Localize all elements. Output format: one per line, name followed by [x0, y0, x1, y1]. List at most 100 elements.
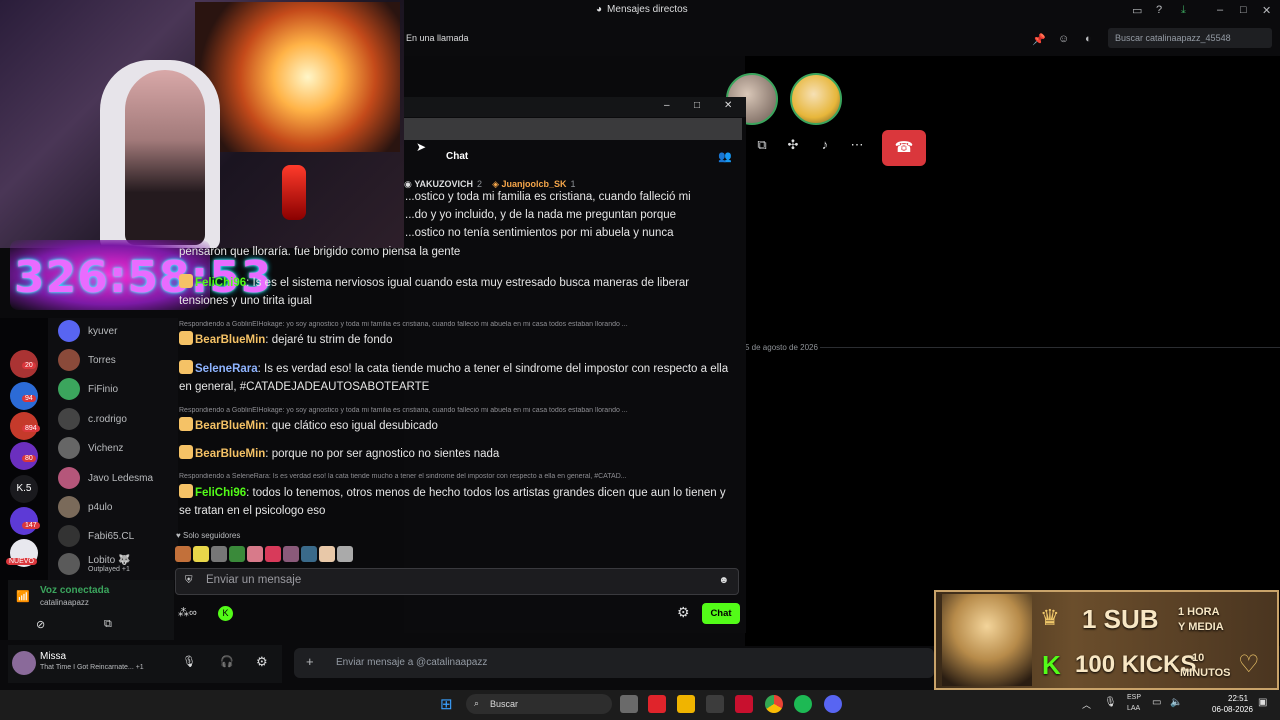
call-participant-avatar[interactable] — [790, 73, 842, 125]
user-status: That Time I Got Reincarnate... +1 — [40, 664, 144, 671]
screen-share-icon[interactable]: ⧉ — [104, 618, 112, 631]
emote-icon[interactable] — [283, 546, 299, 562]
settings-icon[interactable]: ⚙ — [677, 604, 690, 621]
chat-message-input[interactable]: ⛨ Enviar un mensaje ☻ — [175, 568, 739, 595]
avatar[interactable] — [12, 651, 36, 675]
kick-icon[interactable]: K — [218, 606, 233, 621]
soundboard-icon[interactable]: ♪ — [812, 137, 838, 159]
emote-icon[interactable] — [265, 546, 281, 562]
inbox-icon[interactable]: ▭ — [1132, 4, 1142, 17]
voice-user[interactable]: Javo Ledesma — [58, 467, 153, 489]
goal-kicks: 100 KICKS — [1075, 651, 1197, 678]
pin-icon[interactable]: 📌 — [1032, 33, 1046, 46]
profile-icon[interactable]: ◐ — [1085, 33, 1092, 45]
discord-icon[interactable] — [824, 695, 842, 713]
dm-message-input[interactable]: + Enviar mensaje a @catalinaapazz — [294, 648, 934, 678]
windows-start-icon[interactable]: ⊞ — [440, 695, 453, 713]
network-icon[interactable]: ▭ — [1152, 697, 1161, 708]
activities-icon[interactable]: ✣ — [780, 137, 806, 159]
voice-user[interactable]: Lobito 🐺 Outplayed +1 — [58, 553, 130, 575]
plus-icon[interactable]: + — [306, 654, 314, 669]
app-icon[interactable] — [735, 695, 753, 713]
emote-icon[interactable] — [301, 546, 317, 562]
send-chat-button[interactable]: Chat — [702, 603, 740, 624]
language-indicator[interactable]: LAA — [1127, 705, 1140, 712]
chat-message-body: todos lo tenemos, otros menos de hecho t… — [179, 487, 726, 517]
voice-user[interactable]: kyuver — [58, 320, 117, 342]
folder-icon[interactable] — [677, 695, 695, 713]
hangup-button[interactable]: ☎ — [882, 130, 926, 166]
server-icon[interactable] — [10, 507, 38, 535]
emote-icon[interactable] — [319, 546, 335, 562]
camera-off-icon[interactable]: ⊘ — [36, 618, 45, 631]
user-badge-icon — [179, 274, 193, 288]
voice-user[interactable]: c.rodrigo — [58, 408, 127, 430]
emote-icon[interactable] — [193, 546, 209, 562]
search-icon: ⌕ — [474, 698, 480, 708]
chevron-up-icon[interactable]: ︿ — [1082, 698, 1091, 711]
settings-icon[interactable]: ⚙ — [256, 654, 268, 670]
voice-user[interactable]: FiFinio — [58, 378, 118, 400]
chat-tab[interactable]: Chat — [446, 151, 468, 162]
chat-username[interactable]: BearBlueMin — [195, 448, 265, 460]
avatar — [58, 349, 80, 371]
chrome-icon[interactable] — [765, 695, 783, 713]
chat-username[interactable]: BearBlueMin — [195, 420, 265, 432]
chat-username[interactable]: FeliChi96 — [195, 277, 246, 289]
notification-icon[interactable]: ▣ — [1258, 697, 1267, 708]
user-badge-icon — [179, 360, 193, 374]
search-input[interactable]: Buscar catalinaapazz_45548 — [1108, 28, 1272, 48]
close-icon[interactable]: ✕ — [724, 100, 732, 111]
users-icon[interactable]: 👥 — [718, 150, 732, 163]
maximize-icon[interactable]: □ — [1240, 4, 1247, 16]
voice-user[interactable]: Fabi65.CL — [58, 525, 134, 547]
voice-user[interactable]: p4ulo — [58, 496, 112, 518]
download-icon[interactable]: ⤓ — [1181, 4, 1186, 17]
chat-username[interactable]: SeleneRara — [195, 363, 258, 375]
emote-icon[interactable] — [211, 546, 227, 562]
minimize-icon[interactable]: – — [664, 100, 670, 111]
voice-user[interactable]: Vichenz — [58, 437, 123, 459]
address-bar[interactable] — [404, 118, 742, 140]
spotify-icon[interactable] — [794, 695, 812, 713]
minimize-icon[interactable]: – — [1217, 4, 1223, 16]
voice-channel-name[interactable]: catalinaapazz — [40, 598, 89, 607]
more-options-icon[interactable]: ⋯ — [844, 137, 870, 159]
volume-icon[interactable]: 🔈 — [1170, 697, 1182, 708]
close-icon[interactable]: ✕ — [1262, 4, 1271, 17]
maximize-icon[interactable]: □ — [694, 100, 700, 111]
connection-icon[interactable]: ⁂∞ — [178, 606, 197, 619]
reply-context[interactable]: Respondiendo a GoblinElHokage: yo soy ag… — [179, 321, 735, 328]
server-icon[interactable]: K.5 — [10, 475, 38, 503]
clock-date[interactable]: 06-08-2026 — [1212, 705, 1253, 714]
reply-context[interactable]: Respondiendo a GoblinElHokage: yo soy ag… — [179, 407, 735, 414]
voice-user-label: p4ulo — [88, 501, 113, 513]
clock-time[interactable]: 22:51 — [1228, 694, 1248, 703]
heart-icon: ♡ — [1238, 651, 1260, 678]
language-indicator[interactable]: ESP — [1127, 694, 1141, 701]
headphones-icon[interactable]: 🎧 — [220, 655, 234, 668]
avatar — [58, 553, 80, 575]
app-icon[interactable] — [706, 695, 724, 713]
taskbar-search[interactable]: ⌕ Buscar — [466, 694, 612, 714]
monitor-image — [195, 2, 400, 152]
chat-username[interactable]: BearBlueMin — [195, 334, 265, 346]
microphone-icon[interactable]: 🎙 — [1104, 697, 1117, 708]
app-icon[interactable] — [648, 695, 666, 713]
emote-icon[interactable] — [229, 546, 245, 562]
screen-share-icon[interactable]: ⧉ — [749, 137, 775, 159]
discord-icon: ◕ — [596, 4, 603, 15]
task-view-icon[interactable] — [620, 695, 638, 713]
chat-username[interactable]: FeliChi96 — [195, 487, 246, 499]
emote-icon[interactable] — [175, 546, 191, 562]
help-icon[interactable]: ? — [1156, 4, 1162, 16]
add-friends-icon[interactable]: ☺ — [1058, 33, 1069, 45]
emote-icon[interactable] — [247, 546, 263, 562]
chat-message: FeliChi96: Is es el sistema nerviosos ig… — [179, 274, 735, 310]
reply-context[interactable]: Respondiendo a SeleneRara: Is es verdad … — [179, 473, 735, 480]
voice-user[interactable]: Torres — [58, 349, 116, 371]
microphone-icon[interactable]: 🎙 — [182, 655, 196, 668]
emote-icon[interactable] — [337, 546, 353, 562]
chat-message-text: ...ostico y toda mi familia es cristiana… — [405, 191, 691, 203]
emoji-icon[interactable]: ☻ — [718, 575, 729, 586]
